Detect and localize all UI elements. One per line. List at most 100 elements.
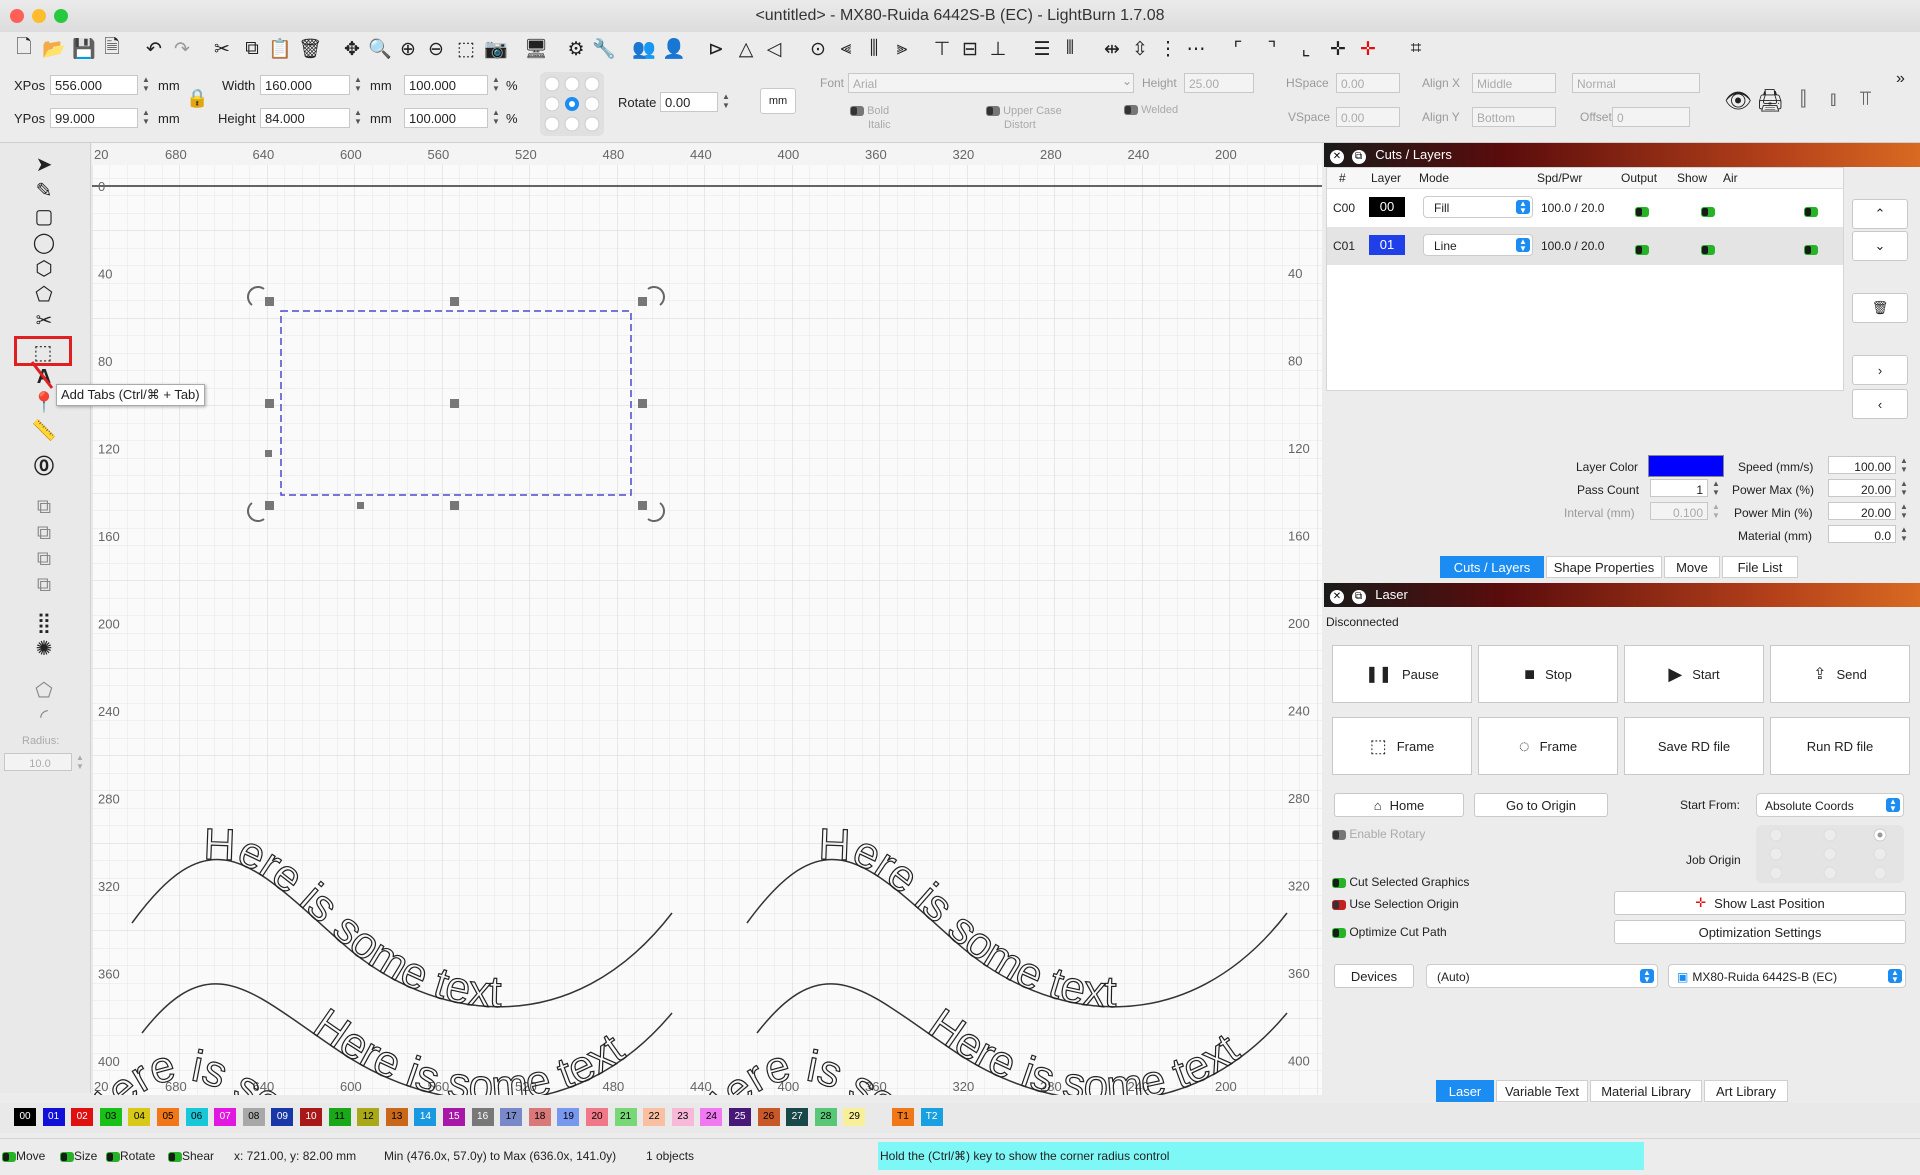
material-stepper[interactable]: ▲ ▼ <box>1898 525 1910 545</box>
palette-swatch[interactable]: 11 <box>328 1108 351 1126</box>
boolean-subtract-icon[interactable]: ⧉ <box>30 547 58 571</box>
table-row[interactable]: C00 00 Fill ▲ ▼ 100.0 / 20.0 <box>1327 189 1843 227</box>
start-button[interactable]: ▶ Start <box>1624 645 1764 703</box>
tab-variable-text[interactable]: Variable Text <box>1496 1080 1588 1102</box>
power-min-input[interactable]: 20.00 <box>1828 502 1896 520</box>
home-button[interactable]: ⌂ Home <box>1334 793 1464 817</box>
speed-stepper[interactable]: ▲ ▼ <box>1898 456 1910 476</box>
material-input[interactable]: 0.0 <box>1828 525 1896 543</box>
handle-top-left[interactable] <box>265 297 274 306</box>
rectangle-tool-icon[interactable]: ▢ <box>30 205 58 229</box>
font-height-input[interactable]: 25.00 <box>1184 73 1254 93</box>
palette-swatch[interactable]: 22 <box>643 1108 666 1126</box>
palette-swatch[interactable]: 23 <box>671 1108 694 1126</box>
job-origin-grid[interactable] <box>1756 825 1904 883</box>
rubber-band-frame-button[interactable]: ◌ Frame <box>1478 717 1618 775</box>
palette-swatch[interactable]: 12 <box>357 1108 380 1126</box>
size-toggle[interactable]: Size <box>60 1149 97 1163</box>
ypos-input[interactable]: 99.000 <box>50 108 138 128</box>
use-selection-origin-toggle[interactable]: Use Selection Origin <box>1332 897 1459 911</box>
edit-nodes-icon[interactable]: ✎ <box>30 179 58 203</box>
enable-rotary-toggle[interactable]: Enable Rotary <box>1332 827 1425 841</box>
cut-selected-toggle[interactable]: Cut Selected Graphics <box>1332 875 1469 889</box>
float-panel-icon[interactable]: ⧉ <box>1351 150 1366 164</box>
corner-top-right-icon[interactable]: ⌝ <box>1260 37 1284 61</box>
tab-marker[interactable] <box>265 450 272 457</box>
optimize-cut-path-switch[interactable] <box>1332 927 1346 938</box>
corner-fillet-icon[interactable]: ◜ <box>30 705 58 729</box>
polygon-tool-icon[interactable]: ⬡ <box>30 257 58 281</box>
circular-array-icon[interactable]: ✺ <box>30 637 58 661</box>
settings-icon[interactable]: ⚙ <box>564 37 588 61</box>
go-to-origin-button[interactable]: Go to Origin <box>1474 793 1608 817</box>
air-toggle[interactable] <box>1804 206 1819 217</box>
grid-array-icon[interactable]: ⣿ <box>30 611 58 635</box>
run-rd-button[interactable]: Run RD file <box>1770 717 1910 775</box>
frame-button[interactable]: ⬚ Frame <box>1332 717 1472 775</box>
font-dropdown-icon[interactable]: ⌄ <box>1122 74 1132 88</box>
move-switch[interactable] <box>2 1151 16 1162</box>
corner-top-left-icon[interactable]: ⌜ <box>1226 37 1250 61</box>
units-toggle-button[interactable]: mm <box>760 88 796 114</box>
tab-cuts-layers[interactable]: Cuts / Layers <box>1440 556 1544 578</box>
interval-stepper[interactable]: ▲ ▼ <box>1710 502 1722 522</box>
align-middle-icon[interactable]: ⊟ <box>958 37 982 61</box>
pass-count-input[interactable]: 1 <box>1650 479 1708 497</box>
size-switch[interactable] <box>60 1151 74 1162</box>
measure-tool-icon[interactable]: 📏 <box>30 419 58 443</box>
select-tool-icon[interactable]: ➤ <box>30 153 58 177</box>
tab-file-list[interactable]: File List <box>1722 556 1798 578</box>
rotary-switch[interactable] <box>1332 829 1346 840</box>
palette-swatch[interactable]: T2 <box>920 1108 943 1126</box>
width-percent-stepper[interactable]: ▲ ▼ <box>490 75 502 95</box>
redo-icon[interactable]: ↷ <box>170 37 194 61</box>
align-tools-2-icon[interactable]: ⫾ <box>1830 88 1836 111</box>
width-input[interactable]: 160.000 <box>260 75 350 95</box>
float-panel-icon[interactable]: ⧉ <box>1351 590 1366 604</box>
palette-swatch[interactable]: 19 <box>557 1108 580 1126</box>
upper-case-toggle[interactable] <box>986 106 1000 117</box>
output-toggle[interactable] <box>1635 206 1649 217</box>
bold-toggle[interactable] <box>850 106 864 117</box>
show-toggle[interactable] <box>1700 244 1715 255</box>
aligny-select[interactable]: Bottom <box>1472 107 1556 127</box>
save-file-icon[interactable]: 💾 <box>72 37 96 61</box>
palette-swatch[interactable]: 25 <box>729 1108 751 1126</box>
collapse-left-button[interactable]: ‹ <box>1852 389 1908 419</box>
palette-swatch[interactable]: 03 <box>99 1108 122 1126</box>
align-right-icon[interactable]: ⫸ <box>890 37 914 61</box>
alignx-select[interactable]: Middle <box>1472 73 1556 93</box>
handle-bottom[interactable] <box>450 501 459 510</box>
align-tools-3-icon[interactable]: ⫪ <box>1860 88 1871 111</box>
palette-swatch[interactable]: 17 <box>500 1108 523 1126</box>
delete-icon[interactable]: 🗑 <box>298 37 322 61</box>
flip-vertical-icon[interactable]: △ <box>734 37 758 61</box>
optimize-cut-path-toggle[interactable]: Optimize Cut Path <box>1332 925 1447 939</box>
optimization-settings-button[interactable]: Optimization Settings <box>1614 920 1906 944</box>
palette-swatch[interactable]: 00 <box>14 1108 36 1126</box>
make-same-height-icon[interactable]: ⇳ <box>1128 37 1152 61</box>
xpos-stepper[interactable]: ▲ ▼ <box>140 75 152 95</box>
expand-right-button[interactable]: › <box>1852 355 1908 385</box>
shear-switch[interactable] <box>168 1151 182 1162</box>
air-toggle[interactable] <box>1804 244 1819 255</box>
palette-swatch[interactable]: 02 <box>71 1108 94 1126</box>
flip-horizontal-icon[interactable]: ⊳ <box>704 37 728 61</box>
palette-swatch[interactable]: 29 <box>843 1108 866 1126</box>
printer-icon[interactable]: 🖨 <box>1756 88 1784 114</box>
palette-swatch[interactable]: 05 <box>157 1108 179 1126</box>
palette-swatch[interactable]: 09 <box>271 1108 294 1126</box>
more-tools-icon[interactable]: ⌗ <box>1404 37 1428 61</box>
handle-bottom-right[interactable] <box>638 501 647 510</box>
layer-swatch[interactable]: 00 <box>1369 197 1405 217</box>
delete-layer-button[interactable]: 🗑 <box>1852 293 1908 323</box>
rotate-switch[interactable] <box>106 1151 120 1162</box>
rotate-toggle[interactable]: Rotate <box>106 1149 155 1163</box>
xpos-input[interactable]: 556.000 <box>50 75 138 95</box>
space-vertical-icon[interactable]: ⋯ <box>1184 37 1208 61</box>
palette-swatch[interactable]: 28 <box>814 1108 837 1126</box>
distribute-horizontal-icon[interactable]: ☰ <box>1030 37 1054 61</box>
ellipse-tool-icon[interactable]: ◯ <box>30 231 58 255</box>
overflow-chevron-icon[interactable]: » <box>1896 70 1905 88</box>
welded-toggle[interactable] <box>1124 105 1138 116</box>
